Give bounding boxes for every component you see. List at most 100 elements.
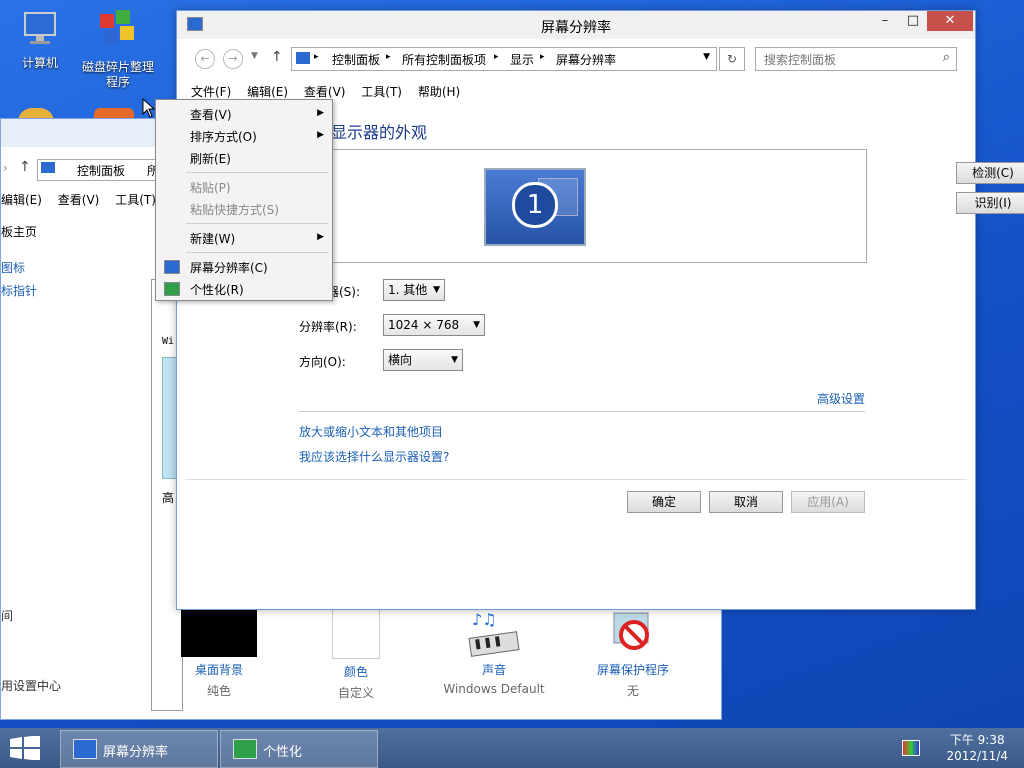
forward-arrow-icon[interactable]: › [3,161,8,175]
desktop-icon-computer[interactable]: 计算机 [0,8,80,71]
close-button[interactable]: ✕ [927,11,973,31]
screen-resolution-icon [164,260,180,274]
submenu-arrow-icon: ▶ [317,232,324,242]
desktop-icon-label: 磁盘碎片整理程序 [81,60,154,89]
menu-bar: 编辑(E) 查看(V) 工具(T) [1,187,162,211]
resolution-value: 1024 × 768 [388,318,460,332]
desktop-icon-defrag[interactable]: 磁盘碎片整理程序 [78,8,158,90]
chevron-down-icon: ▼ [451,355,458,365]
advanced-settings-link[interactable]: 高级设置 [817,390,865,407]
tile-desktop-background[interactable]: 桌面背景 纯色 [159,609,279,699]
menu-help[interactable]: 帮助(H) [412,79,466,104]
monitor-1[interactable]: 1 [484,168,586,246]
tile-sounds[interactable]: ♪♫ 声音 Windows Default [434,609,554,696]
detect-button[interactable]: 检测(C) [956,162,1024,184]
taskbar-button-label: 屏幕分辨率 [103,745,169,760]
menu-item-new[interactable]: 新建(W) [190,230,235,247]
chevron-right-icon[interactable]: ▸ [314,52,319,62]
titlebar: 屏幕分辨率 – □ ✕ [177,11,975,39]
start-button-windows-icon[interactable] [10,735,40,763]
nav-ease-center[interactable]: 用设置中心 [1,677,61,694]
tile-color[interactable]: 颜色 自定义 [296,609,416,701]
breadcrumb-item[interactable]: 屏幕分辨率 [556,51,616,68]
chevron-down-icon[interactable]: ▼ [703,52,710,62]
menu-item-view[interactable]: 查看(V) [190,106,232,123]
menu-separator [186,172,328,173]
tile-subtitle: 纯色 [206,684,231,698]
clock-time: 下午 9:38 [949,733,1005,747]
menu-item-paste-shortcut[interactable]: 粘贴快捷方式(S) [190,201,279,218]
computer-icon [0,8,80,52]
display-select[interactable]: 1. 其他 ▼ [383,279,445,301]
breadcrumb-item[interactable]: 所有控制面板项 [402,51,486,68]
menu-separator [186,223,328,224]
minimize-button[interactable]: – [871,11,899,31]
chevron-right-icon[interactable]: ▸ [386,52,391,62]
sound-icon: ♪♫ [466,609,522,657]
back-button[interactable]: ← [195,49,215,69]
identify-button[interactable]: 识别(I) [956,192,1024,214]
menu-item-paste[interactable]: 粘贴(P) [190,179,231,196]
tile-caption: 桌面背景 [194,663,243,677]
orientation-value: 横向 [388,353,413,367]
menu-edit[interactable]: 编辑(E) [0,187,48,212]
tile-subtitle: Windows Default [443,682,545,696]
forward-button[interactable]: → [223,49,243,69]
maximize-button[interactable]: □ [899,11,927,31]
address-bar[interactable]: ▸ 控制面板 ▸ 所有控制面板项 ▸ 显示 ▸ 屏幕分辨率 ▼ [291,47,717,71]
resolution-label: 分辨率(R): [299,320,357,334]
taskbar-button-screen-resolution[interactable]: 屏幕分辨率 [60,730,218,768]
display-tray-icon[interactable] [902,740,920,756]
taskbar-button-personalize[interactable]: 个性化 [220,730,378,768]
refresh-icon[interactable]: ↻ [719,47,745,71]
orientation-label: 方向(O): [299,355,346,369]
breadcrumb-item[interactable]: 显示 [510,51,534,68]
orientation-select[interactable]: 横向 ▼ [383,349,463,371]
white-swatch [332,609,380,659]
text-size-link[interactable]: 放大或缩小文本和其他项目 [299,423,443,440]
tile-subtitle: 无 [626,684,639,698]
submenu-arrow-icon: ▶ [317,130,324,140]
screensaver-icon [608,609,658,657]
chevron-down-icon: ▼ [473,320,480,330]
nav-home[interactable]: 板主页 [1,223,37,240]
ok-button[interactable]: 确定 [627,491,701,513]
tile-caption: 声音 [481,663,506,677]
menu-tools[interactable]: 工具(T) [355,79,408,104]
tile-caption: 颜色 [343,665,368,679]
nav-time[interactable]: 间 [1,607,13,624]
menu-item-screen-resolution[interactable]: 屏幕分辨率(C) [190,259,268,276]
recent-pages-icon[interactable]: ▼ [251,51,258,61]
personalize-icon [164,282,180,296]
taskbar: 屏幕分辨率 个性化 下午 9:38 2012/11/4 [0,728,1024,768]
cancel-button[interactable]: 取消 [709,491,783,513]
defrag-icon [78,8,158,56]
window-title: 屏幕分辨率 [541,20,611,36]
menu-item-sort[interactable]: 排序方式(O) [190,128,257,145]
system-clock[interactable]: 下午 9:38 2012/11/4 [946,732,1008,764]
menu-view[interactable]: 查看(V) [52,187,106,212]
breadcrumb-item[interactable]: 控制面板 [77,162,125,179]
up-arrow-icon[interactable]: ↑ [19,159,31,175]
menu-item-refresh[interactable]: 刷新(E) [190,150,231,167]
tile-caption: 屏幕保护程序 [596,663,669,677]
search-icon[interactable]: ⌕ [943,50,950,65]
search-input[interactable]: 搜索控制面板 ⌕ [755,47,957,71]
menu-item-personalize[interactable]: 个性化(R) [190,281,244,298]
nav-icons[interactable]: 图标 [1,259,25,276]
apply-button[interactable]: 应用(A) [791,491,865,513]
chevron-right-icon[interactable]: ▸ [494,52,499,62]
monitor-number: 1 [512,182,558,228]
up-arrow-icon[interactable]: ↑ [271,49,283,65]
submenu-arrow-icon: ▶ [317,108,324,118]
menu-tools[interactable]: 工具(T) [109,187,162,212]
breadcrumb-item[interactable]: 控制面板 [332,51,380,68]
resolution-select[interactable]: 1024 × 768 ▼ [383,314,485,336]
which-settings-link[interactable]: 我应该选择什么显示器设置? [299,448,449,465]
desktop-icon-label: 计算机 [21,56,58,70]
screen-resolution-icon [73,739,97,759]
tile-screensaver[interactable]: 屏幕保护程序 无 [573,609,693,699]
mouse-cursor-icon [142,97,156,121]
chevron-right-icon[interactable]: ▸ [540,52,545,62]
nav-pointer[interactable]: 标指针 [1,282,37,299]
